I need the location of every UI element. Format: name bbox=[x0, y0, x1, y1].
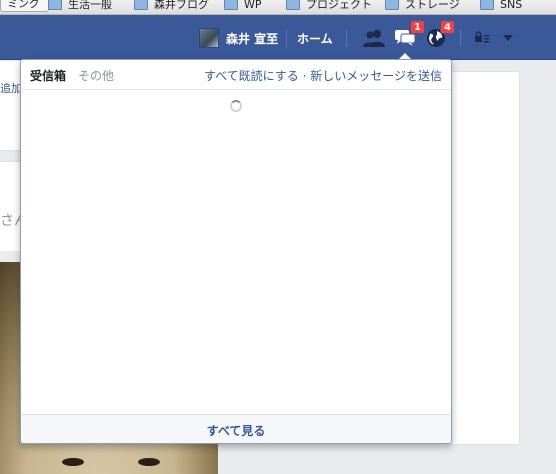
folder-icon bbox=[480, 0, 494, 10]
privacy-shortcuts-icon[interactable] bbox=[474, 31, 490, 43]
tab-inbox[interactable]: 受信箱 bbox=[30, 67, 66, 84]
right-sidebar-card bbox=[452, 71, 520, 445]
new-message-link[interactable]: 新しいメッセージを送信 bbox=[310, 69, 442, 83]
divider bbox=[460, 29, 461, 47]
chevron-down-icon[interactable] bbox=[503, 35, 513, 41]
divider bbox=[286, 29, 287, 47]
bookmark-label: プロジェクト bbox=[306, 0, 372, 11]
bookmark-folder-6[interactable]: SNS bbox=[480, 0, 522, 12]
left-card bbox=[0, 161, 20, 251]
bookmark-label: SNS bbox=[500, 0, 523, 11]
photo-detail bbox=[138, 458, 160, 466]
folder-icon bbox=[224, 0, 238, 10]
divider bbox=[346, 29, 347, 47]
folder-icon bbox=[286, 0, 300, 10]
see-all-link[interactable]: すべて見る bbox=[207, 422, 266, 439]
header-links: すべて既読にする · 新しいメッセージを送信 bbox=[204, 67, 442, 84]
messages-count-badge: 1 bbox=[410, 20, 425, 34]
bookmark-folder-4[interactable]: プロジェクト bbox=[286, 0, 372, 12]
bookmark-folder-3[interactable]: WP bbox=[224, 0, 262, 12]
mark-all-read-link[interactable]: すべて既読にする bbox=[204, 69, 299, 83]
spinner-icon bbox=[230, 100, 242, 112]
user-name-link[interactable]: 森井 宣至 bbox=[226, 30, 278, 47]
bookmark-label: WP bbox=[244, 0, 262, 11]
flyout-header: 受信箱 その他 すべて既読にする · 新しいメッセージを送信 bbox=[21, 60, 451, 90]
top-navigation-bar: 森井 宣至 ホーム 1 4 bbox=[0, 15, 556, 60]
bookmark-folder-2[interactable]: 森井ブログ bbox=[134, 0, 209, 12]
notifications-count-badge: 4 bbox=[440, 20, 455, 34]
bookmark-folder-5[interactable]: ストレージ bbox=[385, 0, 460, 12]
flyout-footer: すべて見る bbox=[21, 414, 451, 443]
bookmark-button[interactable]: ミング bbox=[0, 0, 49, 12]
bookmark-folder-1[interactable]: 生活一般 bbox=[48, 0, 112, 12]
bookmark-label: 森井ブログ bbox=[154, 0, 209, 11]
home-link[interactable]: ホーム bbox=[297, 30, 333, 47]
bookmark-label: 生活一般 bbox=[68, 0, 112, 11]
bookmarks-bar: ミング 生活一般 森井ブログ WP プロジェクト ストレージ SNS bbox=[0, 0, 556, 15]
link-separator: · bbox=[302, 69, 307, 83]
add-link[interactable]: 追加 bbox=[0, 80, 22, 96]
folder-icon bbox=[385, 0, 399, 10]
photo-detail bbox=[62, 458, 84, 466]
bookmark-label: ストレージ bbox=[405, 0, 460, 11]
folder-icon bbox=[48, 0, 62, 10]
messages-flyout: 受信箱 その他 すべて既読にする · 新しいメッセージを送信 すべて見る bbox=[20, 59, 452, 444]
friend-requests-icon[interactable] bbox=[362, 29, 386, 47]
tab-other[interactable]: その他 bbox=[78, 67, 114, 84]
avatar[interactable] bbox=[199, 28, 219, 48]
folder-icon bbox=[134, 0, 148, 10]
left-card bbox=[0, 61, 20, 151]
